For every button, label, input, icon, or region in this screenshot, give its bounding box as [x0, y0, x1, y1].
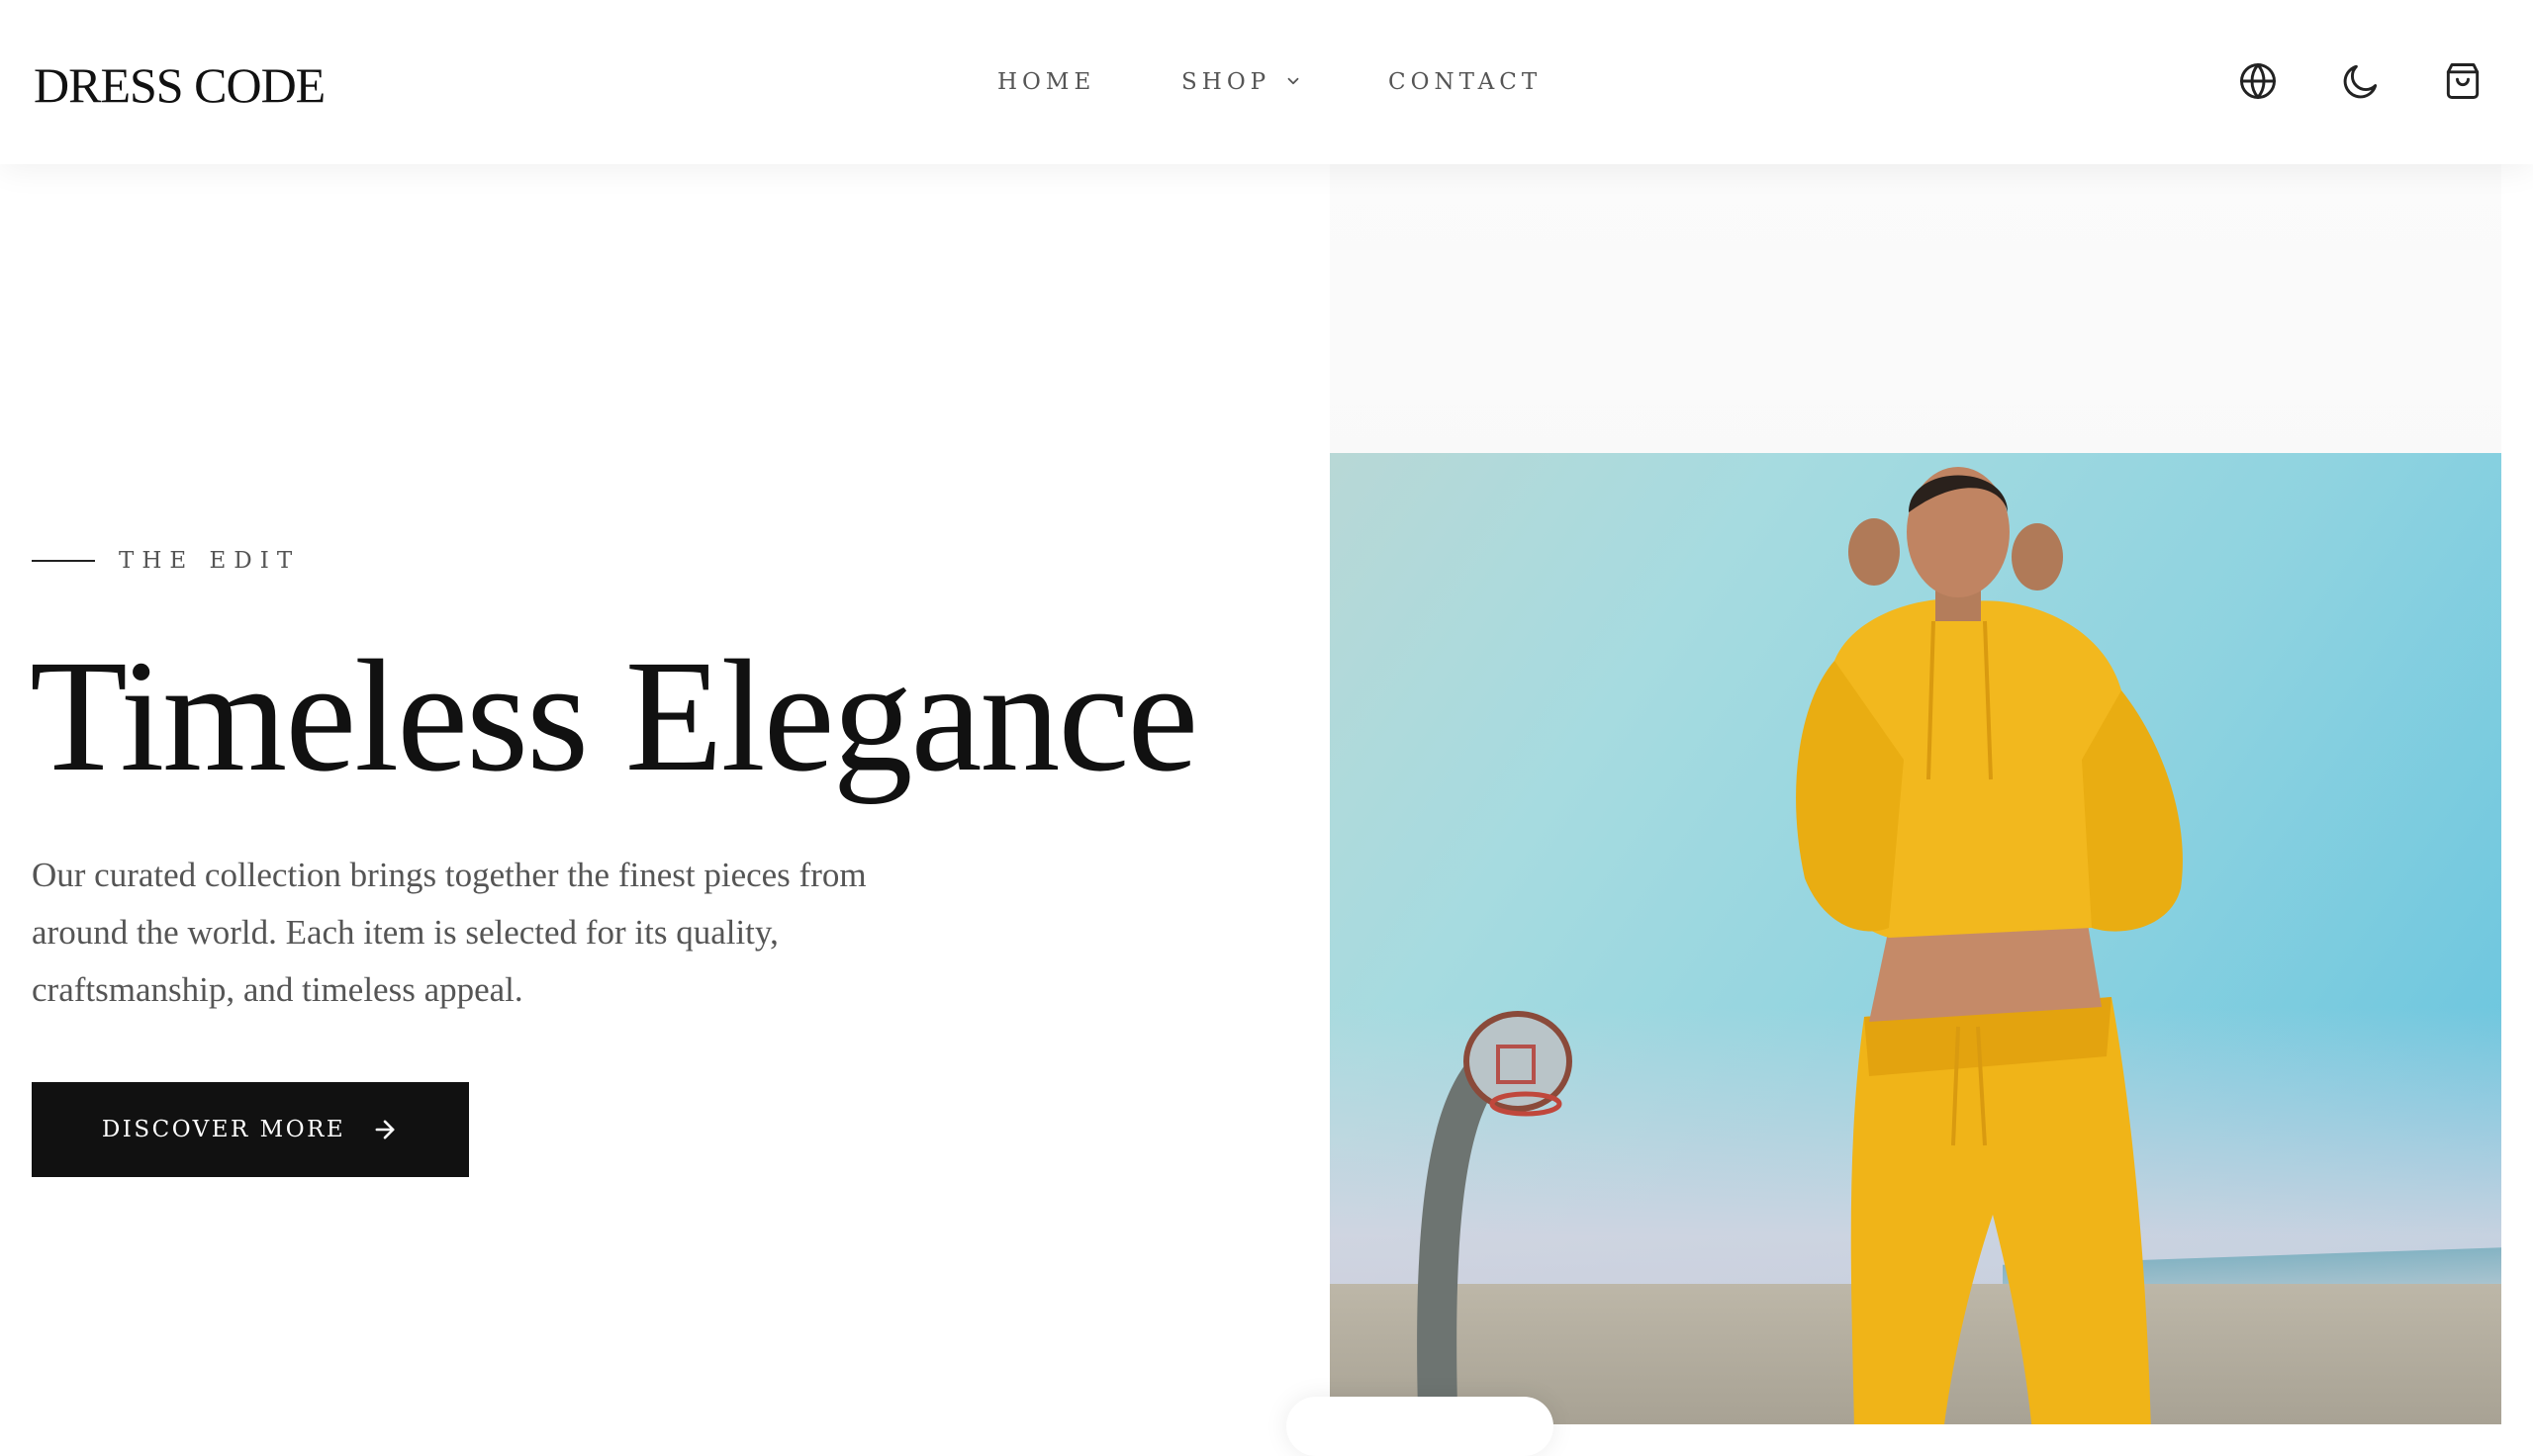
nav-shop-link[interactable]: SHOP [1181, 67, 1302, 97]
discover-more-button[interactable]: DISCOVER MORE [32, 1082, 469, 1177]
model-figure [1796, 467, 2183, 1424]
hero-photo [1330, 453, 2501, 1424]
globe-icon[interactable] [2236, 59, 2280, 103]
arrow-right-icon [375, 1120, 395, 1139]
eyebrow-divider [32, 560, 95, 562]
chevron-down-icon [1288, 77, 1299, 85]
discover-more-label: DISCOVER MORE [101, 1117, 346, 1142]
hero-image-panel [1330, 164, 2501, 1424]
nav-shop-label: SHOP [1181, 69, 1271, 95]
main-nav: HOME SHOP CONTACT [0, 67, 2533, 97]
site-header: DRESS CODE HOME SHOP CONTACT [0, 0, 2533, 164]
floating-pill [1286, 1397, 1553, 1456]
nav-contact-link[interactable]: CONTACT [1388, 67, 1542, 97]
shopping-bag-icon[interactable] [2441, 59, 2485, 103]
basketball-hoop [1417, 1011, 1572, 1424]
eyebrow-text: THE EDIT [119, 548, 301, 574]
hero-eyebrow: THE EDIT [32, 546, 300, 576]
nav-home-link[interactable]: HOME [997, 67, 1095, 97]
hero-title: Timeless Elegance [30, 628, 1198, 805]
moon-icon[interactable] [2339, 59, 2383, 103]
hero-description: Our curated collection brings together t… [32, 856, 867, 1009]
